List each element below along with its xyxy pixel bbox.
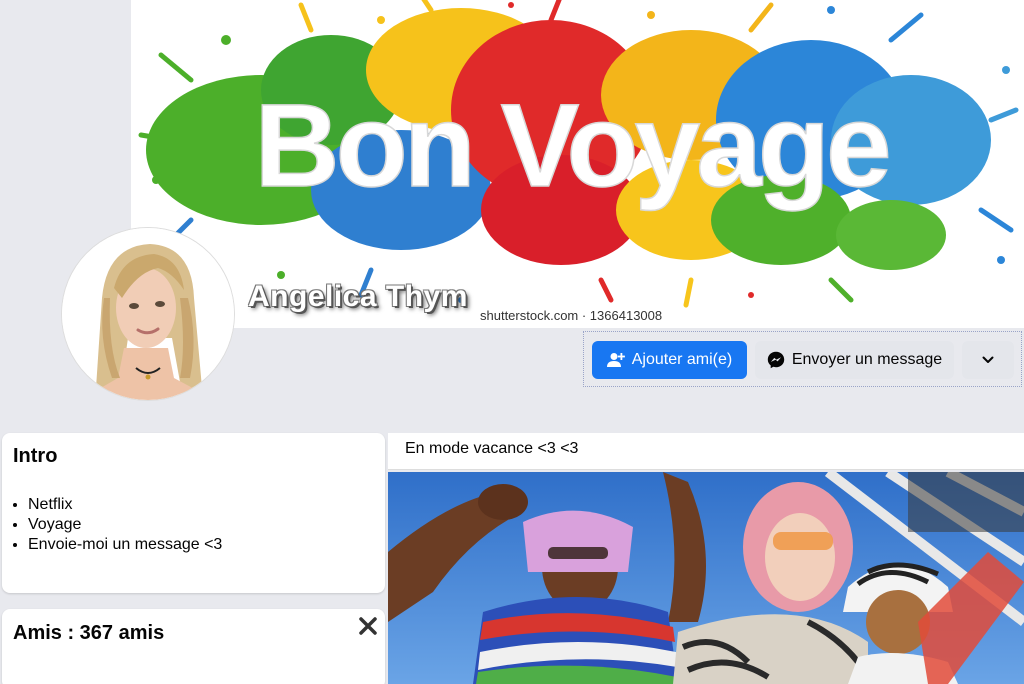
post-text: En mode vacance <3 <3: [405, 440, 579, 457]
cover-photo[interactable]: Bon Voyage shutterstock.com · 1366413008: [131, 0, 1024, 328]
send-message-label: Envoyer un message: [791, 351, 943, 368]
profile-actions: Ajouter ami(e) Envoyer un message: [583, 331, 1022, 387]
friends-card: Amis : 367 amis: [2, 609, 385, 684]
add-friend-label: Ajouter ami(e): [631, 351, 733, 368]
messenger-icon: [767, 351, 785, 369]
cover-title: Bon Voyage: [254, 80, 888, 212]
avatar-portrait: [62, 228, 234, 400]
intro-list: Netflix Voyage Envoie-moi un message <3: [10, 495, 222, 555]
cover-watermark: shutterstock.com · 1366413008: [480, 308, 663, 323]
cover-title-art: Bon Voyage: [254, 79, 893, 213]
intro-card: Intro Netflix Voyage Envoie-moi un messa…: [2, 433, 385, 593]
intro-title: Intro: [13, 445, 58, 467]
profile-avatar[interactable]: [62, 228, 234, 400]
post-photo-art: [388, 472, 1024, 684]
intro-item: Voyage: [28, 515, 222, 535]
post-header: En mode vacance <3 <3: [388, 433, 1024, 470]
chevron-down-icon: [982, 356, 994, 364]
close-icon[interactable]: [357, 615, 379, 637]
add-friend-button[interactable]: Ajouter ami(e): [592, 341, 747, 379]
person-plus-icon: [606, 352, 625, 368]
profile-page: Bon Voyage shutterstock.com · 1366413008: [0, 0, 1024, 684]
friends-title: Amis : 367 amis: [13, 622, 165, 644]
send-message-button[interactable]: Envoyer un message: [755, 341, 954, 379]
more-options-button[interactable]: [962, 341, 1014, 379]
intro-item: Netflix: [28, 495, 222, 515]
intro-item: Envoie-moi un message <3: [28, 535, 222, 555]
profile-name: Angelica Thym: [248, 280, 468, 313]
post-photo[interactable]: [388, 472, 1024, 684]
